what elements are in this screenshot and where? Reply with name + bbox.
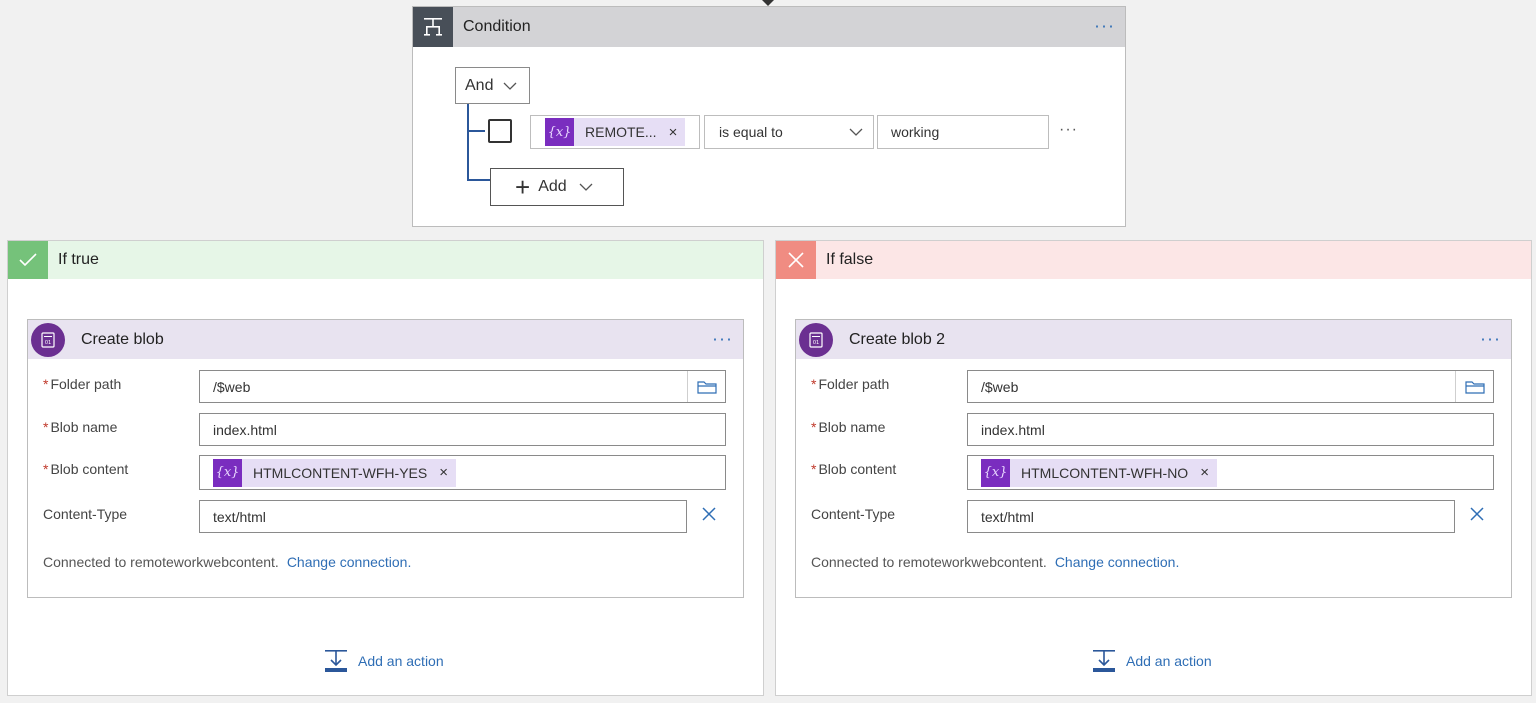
create-blob-more-button[interactable]: ··· (712, 328, 733, 349)
token-label: HTMLCONTENT-WFH-YES (253, 464, 428, 481)
connection-info: Connected to remoteworkwebcontent. Change… (811, 554, 1179, 570)
if-false-title: If false (826, 251, 874, 268)
clear-icon[interactable] (698, 503, 720, 525)
condition-header[interactable]: Condition ··· (413, 7, 1125, 47)
clear-icon[interactable] (1466, 503, 1488, 525)
create-blob-header[interactable]: 01 Create blob ··· (28, 320, 743, 359)
connection-text: Connected to remoteworkwebcontent. (43, 554, 279, 570)
folder-icon[interactable] (687, 371, 725, 402)
folder-icon[interactable] (1455, 371, 1493, 402)
content-type-input[interactable]: text/html (199, 500, 687, 533)
group-operator-select[interactable]: And (455, 67, 530, 104)
create-blob-title: Create blob (81, 330, 164, 348)
create-blob-2-header[interactable]: 01 Create blob 2 ··· (796, 320, 1511, 359)
condition-icon (413, 7, 453, 47)
add-label: Add (538, 178, 567, 195)
create-blob-2-card: 01 Create blob 2 ··· * Folder path /$web … (795, 319, 1512, 598)
blob-name-input[interactable]: index.html (199, 413, 726, 446)
blob-storage-icon: 01 (799, 322, 833, 357)
if-true-title: If true (58, 251, 99, 268)
folder-path-label: * Folder path (43, 376, 122, 392)
chevron-down-icon (579, 183, 593, 191)
variable-icon: {x} (213, 458, 242, 487)
folder-path-input[interactable]: /$web (967, 370, 1494, 403)
tree-connector (467, 130, 485, 132)
variable-icon: {x} (545, 118, 574, 146)
if-true-branch: If true 01 Create blob ··· * Folder path … (7, 240, 764, 696)
tree-connector (467, 179, 491, 181)
if-false-branch: If false 01 Create blob 2 ··· * Folder pa… (775, 240, 1532, 696)
blob-name-input[interactable]: index.html (967, 413, 1494, 446)
blob-content-label: * Blob content (43, 461, 129, 477)
operator-value: is equal to (719, 124, 783, 140)
token-remove-button[interactable]: × (1200, 465, 1209, 480)
blob-content-label: * Blob content (811, 461, 897, 477)
token-remove-button[interactable]: × (439, 465, 448, 480)
blob-name-label: * Blob name (811, 419, 886, 435)
dynamic-content-token[interactable]: {x} REMOTE... × (545, 118, 686, 146)
svg-text:01: 01 (813, 340, 819, 346)
dynamic-content-token[interactable]: {x} HTMLCONTENT-WFH-NO × (981, 458, 1217, 487)
if-false-header: If false (776, 241, 1531, 279)
create-blob-2-title: Create blob 2 (849, 330, 946, 348)
add-action-button[interactable]: Add an action (1092, 649, 1212, 673)
chevron-down-icon (504, 82, 517, 90)
blob-content-input[interactable]: {x} HTMLCONTENT-WFH-NO × (967, 455, 1494, 490)
group-operator-value: And (465, 76, 494, 94)
row-more-button[interactable]: ··· (1059, 121, 1078, 139)
chevron-down-icon (849, 128, 863, 136)
add-condition-button[interactable]: + Add (490, 168, 624, 206)
condition-title: Condition (463, 18, 531, 35)
row-select-checkbox[interactable] (488, 119, 512, 143)
condition-card: Condition ··· And {x} REMOTE... × is equ… (412, 6, 1126, 227)
add-action-button[interactable]: Add an action (324, 649, 444, 673)
add-action-icon (1093, 650, 1115, 672)
add-action-label: Add an action (1126, 653, 1212, 669)
folder-path-value: /$web (213, 378, 251, 395)
connection-info: Connected to remoteworkwebcontent. Change… (43, 554, 411, 570)
connection-text: Connected to remoteworkwebcontent. (811, 554, 1047, 570)
create-blob-card: 01 Create blob ··· * Folder path /$web * B… (27, 319, 744, 598)
token-label: REMOTE... (585, 124, 657, 140)
token-remove-button[interactable]: × (669, 125, 678, 140)
close-icon (776, 241, 816, 279)
content-type-label: Content-Type (43, 506, 128, 522)
plus-icon: + (515, 172, 531, 202)
blob-name-label: * Blob name (43, 419, 118, 435)
check-icon (8, 241, 48, 279)
folder-path-value: /$web (981, 378, 1019, 395)
operator-select[interactable]: is equal to (704, 115, 874, 149)
variable-icon: {x} (981, 458, 1010, 487)
content-type-label: Content-Type (811, 506, 896, 522)
create-blob-2-more-button[interactable]: ··· (1480, 328, 1501, 349)
condition-more-button[interactable]: ··· (1094, 15, 1115, 36)
change-connection-link[interactable]: Change connection. (287, 554, 412, 570)
condition-value-input[interactable]: working (877, 115, 1049, 149)
token-label: HTMLCONTENT-WFH-NO (1021, 464, 1189, 481)
dynamic-content-token[interactable]: {x} HTMLCONTENT-WFH-YES × (213, 458, 456, 487)
folder-path-input[interactable]: /$web (199, 370, 726, 403)
folder-path-label: * Folder path (811, 376, 890, 392)
content-type-input[interactable]: text/html (967, 500, 1455, 533)
blob-content-input[interactable]: {x} HTMLCONTENT-WFH-YES × (199, 455, 726, 490)
tree-connector (467, 104, 469, 181)
if-true-header: If true (8, 241, 763, 279)
svg-text:01: 01 (45, 340, 51, 346)
change-connection-link[interactable]: Change connection. (1055, 554, 1180, 570)
condition-left-operand[interactable]: {x} REMOTE... × (530, 115, 700, 149)
blob-storage-icon: 01 (31, 322, 65, 357)
add-action-label: Add an action (358, 653, 444, 669)
add-action-icon (325, 650, 347, 672)
